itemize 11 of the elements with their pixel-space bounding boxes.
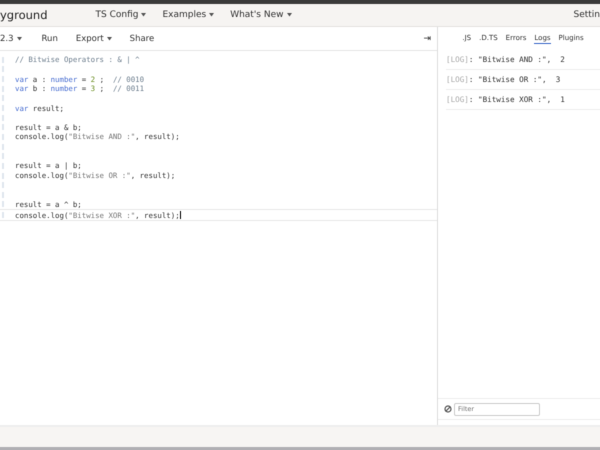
menu-item[interactable]: Examples [162,10,214,20]
text-cursor [180,211,181,220]
menu-item[interactable]: What's New [230,10,292,20]
toolbar-button[interactable]: Run [42,34,58,44]
toolbar-button[interactable]: Share [130,34,154,44]
toolbar-button[interactable]: Export [76,34,112,44]
app-title: yground [0,8,48,22]
toolbar-button[interactable]: 2.3 [0,34,22,44]
settings-link[interactable]: Settin [573,10,600,20]
menu-item[interactable]: TS Config [96,10,146,20]
collapse-button[interactable]: ⇥ [423,34,431,44]
